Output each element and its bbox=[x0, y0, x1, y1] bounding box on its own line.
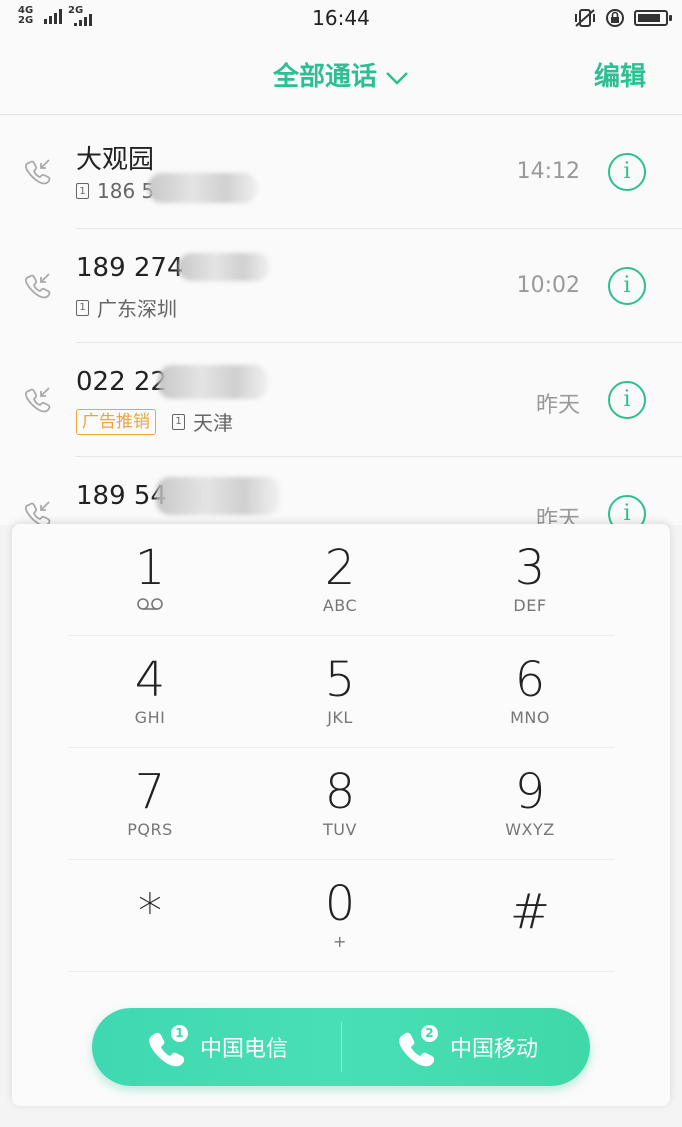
redacted-blur bbox=[158, 365, 268, 399]
call-log-row[interactable]: 大观园 1 186 5 14:12 i bbox=[0, 115, 682, 229]
call-log-row[interactable]: 189 274 1 广东深圳 10:02 i bbox=[0, 229, 682, 343]
contact-name: 大观园 bbox=[76, 145, 155, 175]
call-subline: 1 广东深圳 bbox=[76, 293, 177, 322]
call-subline: 广告推销 1 天津 bbox=[76, 407, 233, 436]
dial-key-9[interactable]: 9 WXYZ bbox=[460, 764, 600, 854]
key-digit: 0 bbox=[324, 876, 356, 932]
incoming-call-icon bbox=[25, 387, 51, 413]
key-digit: 3 bbox=[514, 540, 546, 596]
dialpad-row: 4 GHI 5 JKL 6 MNO bbox=[12, 636, 670, 748]
vibrate-mute-icon bbox=[575, 9, 595, 27]
dial-key-0[interactable]: 0 + bbox=[270, 876, 410, 966]
app-header: 全部通话 编辑 bbox=[0, 36, 682, 115]
carrier-label: 中国电信 bbox=[199, 1037, 288, 1062]
redacted-blur bbox=[178, 253, 270, 281]
incoming-call-icon bbox=[25, 501, 51, 525]
redacted-blur bbox=[156, 477, 280, 515]
dial-key-4[interactable]: 4 GHI bbox=[80, 652, 220, 742]
dialpad-panel: 1 2 ABC 3 DEF 4 GHI 5 JKL 6 MNO 7 PQRS 8… bbox=[12, 524, 670, 1106]
incoming-call-icon bbox=[25, 159, 51, 185]
key-digit: # bbox=[509, 884, 551, 940]
redacted-blur bbox=[148, 173, 258, 203]
call-time: 10:02 bbox=[516, 273, 580, 298]
key-digit: 4 bbox=[134, 652, 166, 708]
ad-spam-badge: 广告推销 bbox=[76, 408, 156, 435]
contact-name: 189 54 bbox=[76, 481, 167, 511]
key-letters: JKL bbox=[327, 708, 353, 727]
call-log-list: 大观园 1 186 5 14:12 i 189 274 1 广东深圳 10:02… bbox=[0, 115, 682, 525]
call-sim1-button[interactable]: 1 中国电信 bbox=[92, 1008, 340, 1086]
sim-icon: 1 bbox=[172, 413, 185, 430]
call-time: 昨天 bbox=[535, 507, 580, 525]
dial-key-1[interactable]: 1 bbox=[80, 540, 220, 630]
status-bar: 4G 2G 2G 16:44 bbox=[0, 0, 682, 36]
info-icon[interactable]: i bbox=[608, 495, 646, 525]
dial-key-8[interactable]: 8 TUV bbox=[270, 764, 410, 854]
key-letters: DEF bbox=[513, 596, 547, 615]
phone-number: 186 5 bbox=[97, 179, 155, 203]
key-letters: GHI bbox=[134, 708, 166, 727]
call-subline: 1 186 5 bbox=[76, 179, 154, 203]
call-time: 14:12 bbox=[516, 159, 580, 184]
edit-button[interactable]: 编辑 bbox=[594, 56, 646, 93]
dial-key-3[interactable]: 3 DEF bbox=[460, 540, 600, 630]
sim-badge: 1 bbox=[170, 1025, 188, 1042]
battery-level-fill bbox=[638, 14, 661, 22]
key-letters: WXYZ bbox=[505, 820, 555, 839]
key-digit: 2 bbox=[324, 540, 356, 596]
dual-sim-call-bar: 1 中国电信 2 中国移动 bbox=[92, 1008, 590, 1086]
info-icon[interactable]: i bbox=[608, 153, 646, 191]
key-digit: 6 bbox=[514, 652, 546, 708]
rotation-lock-icon bbox=[606, 9, 624, 27]
contact-name: 022 22 bbox=[76, 367, 167, 397]
call-location: 天津 bbox=[193, 411, 233, 435]
dialpad-row: 7 PQRS 8 TUV 9 WXYZ bbox=[12, 748, 670, 860]
call-filter-dropdown[interactable]: 全部通话 bbox=[0, 56, 682, 93]
dialpad-row: 1 2 ABC 3 DEF bbox=[12, 524, 670, 636]
dial-key-star[interactable]: * bbox=[80, 876, 220, 966]
carrier-label: 中国移动 bbox=[449, 1037, 538, 1062]
call-log-row[interactable]: 189 54 昨天 i bbox=[0, 457, 682, 525]
call-log-row[interactable]: 022 22 广告推销 1 天津 昨天 i bbox=[0, 343, 682, 457]
key-digit: * bbox=[138, 884, 162, 940]
sim-icon: 1 bbox=[76, 299, 89, 316]
key-digit: 7 bbox=[134, 764, 166, 820]
battery-icon bbox=[634, 10, 672, 26]
dial-key-2[interactable]: 2 ABC bbox=[270, 540, 410, 630]
key-letters: PQRS bbox=[127, 820, 173, 839]
dial-key-5[interactable]: 5 JKL bbox=[270, 652, 410, 742]
key-digit: 8 bbox=[324, 764, 356, 820]
key-letters: + bbox=[333, 932, 347, 951]
call-time: 昨天 bbox=[535, 393, 580, 418]
key-digit: 1 bbox=[134, 540, 166, 596]
chevron-down-icon bbox=[386, 71, 408, 85]
call-sim2-button[interactable]: 2 中国移动 bbox=[342, 1008, 590, 1086]
key-letters: TUV bbox=[323, 820, 357, 839]
divider bbox=[68, 971, 614, 972]
dial-key-6[interactable]: 6 MNO bbox=[460, 652, 600, 742]
dial-key-7[interactable]: 7 PQRS bbox=[80, 764, 220, 854]
info-icon[interactable]: i bbox=[608, 381, 646, 419]
dialpad-row: * 0 + # bbox=[12, 860, 670, 972]
page-title: 全部通话 bbox=[272, 62, 377, 92]
key-digit: 5 bbox=[324, 652, 356, 708]
key-digit: 9 bbox=[514, 764, 546, 820]
call-location: 广东深圳 bbox=[97, 297, 177, 321]
voicemail-icon bbox=[137, 598, 163, 610]
dial-key-hash[interactable]: # bbox=[460, 876, 600, 966]
sim-icon: 1 bbox=[76, 183, 89, 199]
key-letters: ABC bbox=[322, 596, 358, 615]
contact-name: 189 274 bbox=[76, 253, 184, 283]
incoming-call-icon bbox=[25, 273, 51, 299]
key-letters: MNO bbox=[510, 708, 550, 727]
info-icon[interactable]: i bbox=[608, 267, 646, 305]
sim-badge: 2 bbox=[420, 1025, 438, 1042]
